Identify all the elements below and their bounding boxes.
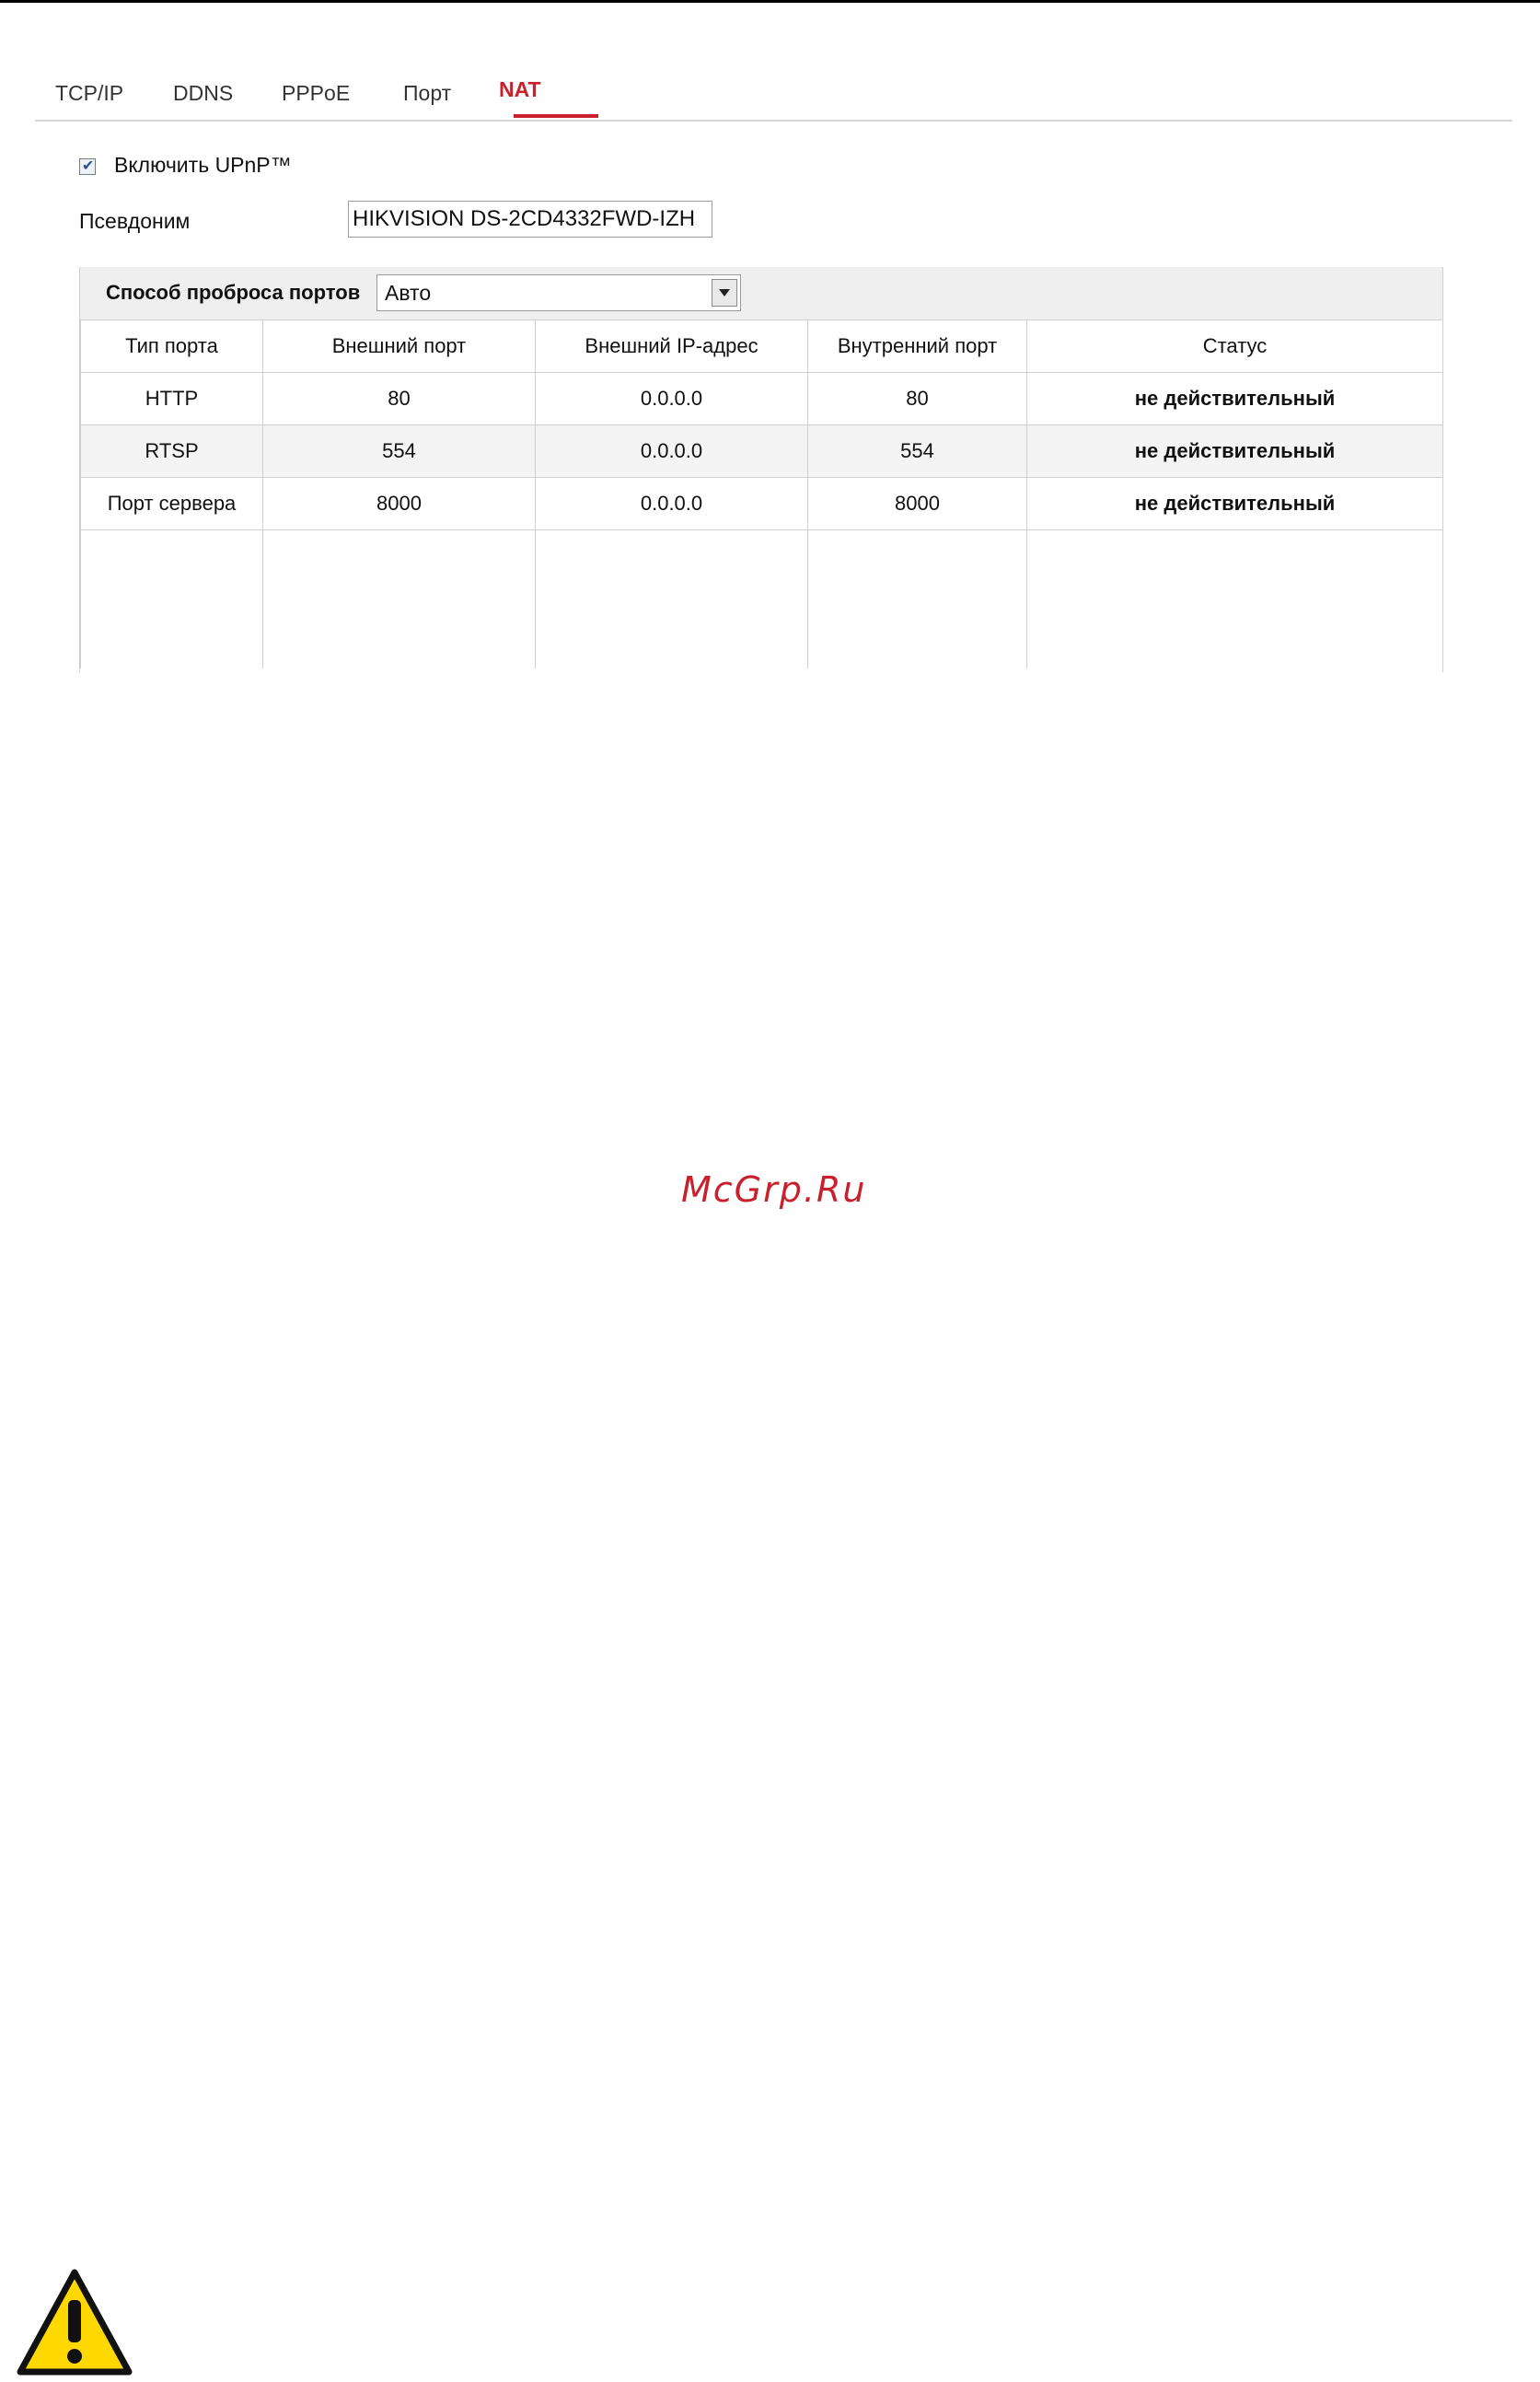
cell-internal-port: 80	[807, 372, 1027, 425]
tab-port[interactable]: Порт	[403, 81, 451, 106]
cell-external-ip: 0.0.0.0	[535, 372, 808, 425]
table-row[interactable]: Порт сервера 8000 0.0.0.0 8000 не действ…	[80, 477, 1443, 530]
empty-cell	[262, 529, 536, 668]
cell-internal-port: 8000	[807, 477, 1027, 530]
tab-tcpip[interactable]: TCP/IP	[55, 81, 123, 106]
cell-external-port: 80	[262, 372, 536, 425]
cell-status: не действительный	[1026, 372, 1443, 425]
empty-cell	[1026, 529, 1443, 668]
cell-port-type: HTTP	[80, 372, 263, 425]
dropdown-button[interactable]	[712, 279, 737, 307]
active-tab-indicator	[514, 114, 598, 118]
cell-port-type: Порт сервера	[80, 477, 263, 530]
port-mapping-panel: Способ проброса портов Авто Тип порта Вн…	[79, 267, 1443, 672]
mapping-mode-label: Способ проброса портов	[106, 281, 361, 304]
empty-cell	[80, 529, 263, 668]
cell-status: не действительный	[1026, 477, 1443, 530]
cell-external-ip: 0.0.0.0	[535, 477, 808, 530]
enable-upnp-checkbox[interactable]: ✔	[79, 158, 96, 175]
cell-external-ip: 0.0.0.0	[535, 424, 808, 478]
cell-status: не действительный	[1026, 424, 1443, 478]
cell-port-type: RTSP	[80, 424, 263, 478]
port-mapping-table: Тип порта Внешний порт Внешний IP-адрес …	[80, 320, 1443, 668]
empty-cell	[807, 529, 1027, 668]
tab-bar: TCP/IP DDNS PPPoE Порт NAT	[35, 72, 1512, 122]
alias-label: Псевдоним	[79, 209, 191, 233]
mapping-mode-value: Авто	[385, 281, 432, 305]
port-mapping-header: Способ проброса портов Авто	[80, 267, 1442, 320]
empty-cell	[535, 529, 808, 668]
cell-external-port: 8000	[262, 477, 536, 530]
chevron-down-icon	[719, 289, 730, 296]
cell-external-port: 554	[262, 424, 536, 478]
watermark: McGrp.Ru	[681, 1169, 867, 1210]
cell-internal-port: 554	[807, 424, 1027, 478]
top-rule	[0, 0, 1540, 3]
mapping-mode-select[interactable]: Авто	[376, 274, 741, 311]
tab-ddns[interactable]: DDNS	[173, 81, 233, 106]
enable-upnp-label: Включить UPnP™	[114, 153, 292, 177]
tab-nat[interactable]: NAT	[499, 77, 541, 102]
table-row[interactable]: RTSP 554 0.0.0.0 554 не действительный	[80, 424, 1443, 478]
column-header-external-ip: Внешний IP-адрес	[535, 320, 808, 373]
table-empty-row	[80, 529, 1443, 668]
column-header-external-port: Внешний порт	[262, 320, 536, 373]
table-row[interactable]: HTTP 80 0.0.0.0 80 не действительный	[80, 372, 1443, 425]
table-header-row: Тип порта Внешний порт Внешний IP-адрес …	[80, 320, 1443, 373]
column-header-internal-port: Внутренний порт	[807, 320, 1027, 373]
tab-pppoe[interactable]: PPPoE	[282, 81, 350, 106]
column-header-port-type: Тип порта	[80, 320, 263, 373]
warning-icon	[17, 2269, 133, 2376]
column-header-status: Статус	[1026, 320, 1443, 373]
alias-input[interactable]	[348, 201, 712, 238]
checkmark-icon: ✔	[82, 158, 95, 174]
